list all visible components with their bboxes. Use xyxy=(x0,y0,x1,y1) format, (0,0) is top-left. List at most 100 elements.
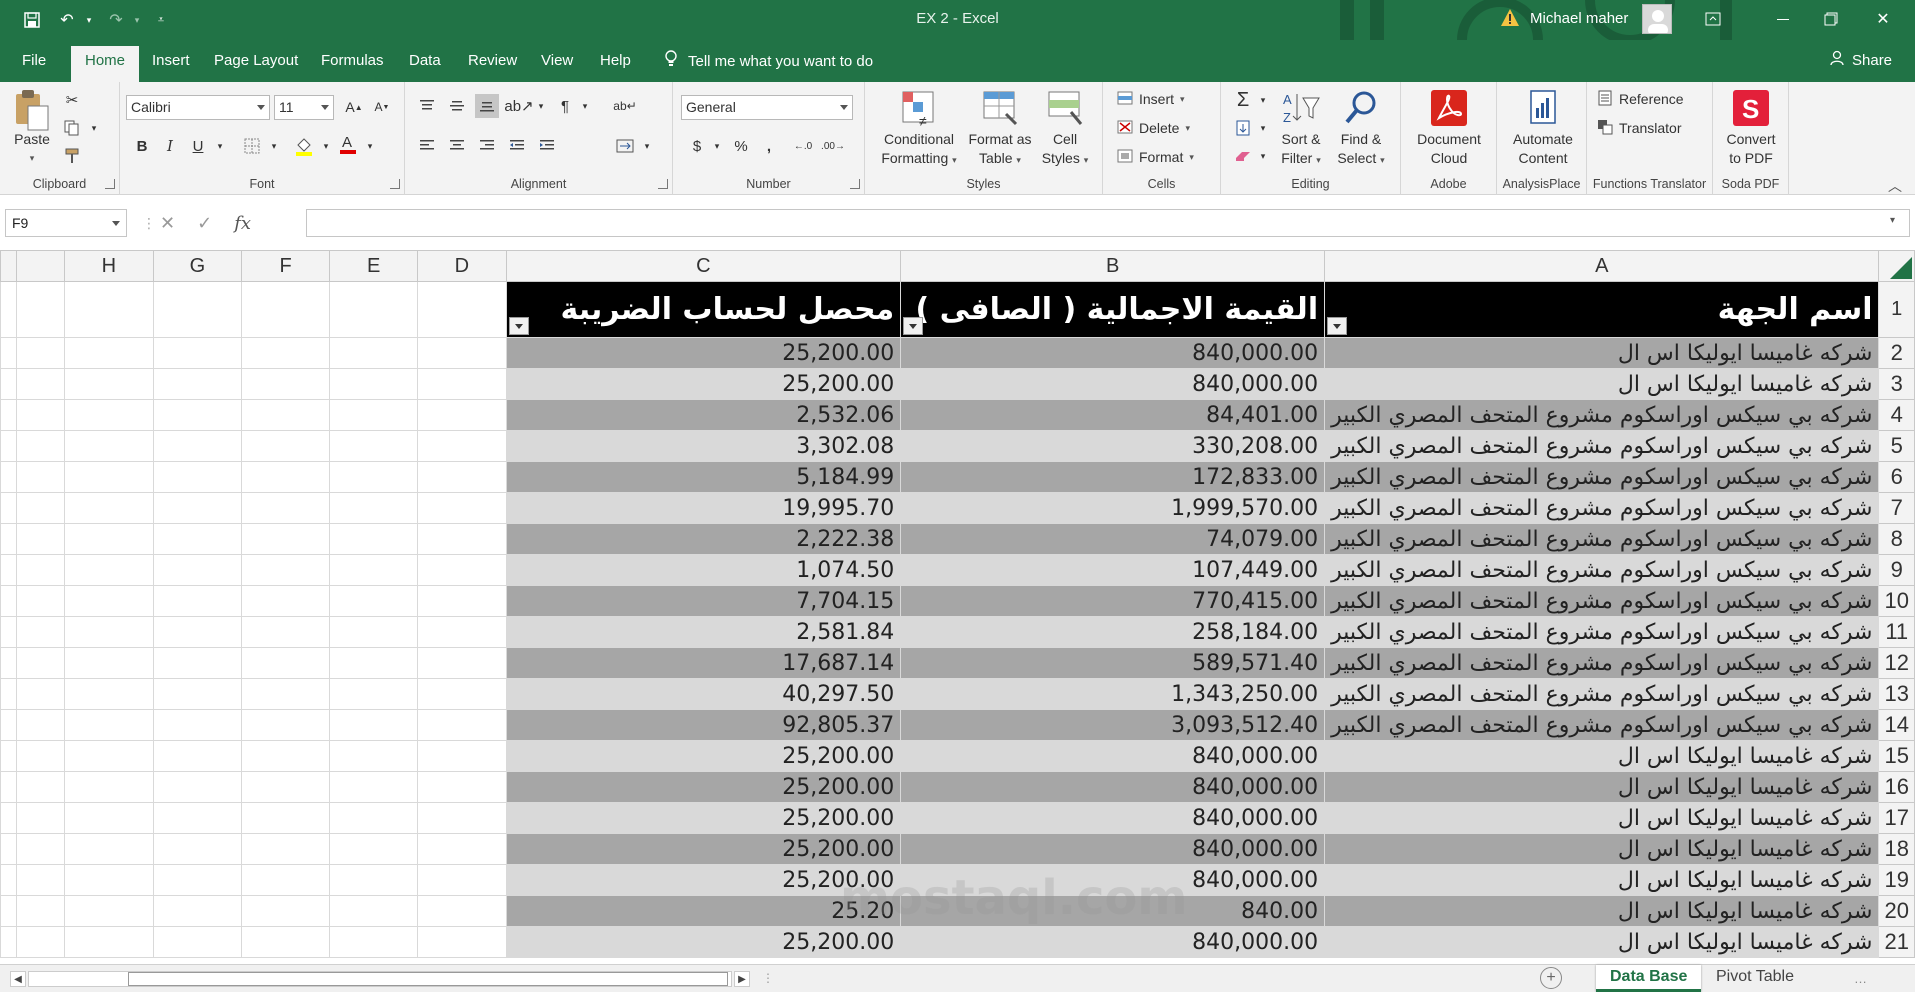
sheet-tab-data-base[interactable]: Data Base xyxy=(1596,965,1702,992)
copy-icon[interactable] xyxy=(60,116,84,140)
cell[interactable] xyxy=(0,616,18,648)
column-header-a[interactable]: A xyxy=(1324,250,1880,282)
autosum-dropdown-icon[interactable]: ▾ xyxy=(1251,88,1275,112)
cell[interactable] xyxy=(417,802,507,834)
percent-icon[interactable]: % xyxy=(729,134,753,158)
cell[interactable] xyxy=(329,740,419,772)
font-size-select[interactable]: 11 xyxy=(274,95,334,120)
cell[interactable] xyxy=(417,771,507,803)
cell[interactable] xyxy=(0,647,18,679)
cell-net-total-value[interactable]: 840,000.00 xyxy=(900,337,1326,369)
cell[interactable] xyxy=(16,802,66,834)
cell[interactable] xyxy=(0,368,18,400)
cell[interactable] xyxy=(241,647,331,679)
copy-dropdown-icon[interactable]: ▾ xyxy=(82,116,106,140)
cell-tax-collected[interactable]: 25,200.00 xyxy=(505,802,902,834)
formula-input[interactable] xyxy=(306,209,1910,237)
cell[interactable] xyxy=(329,771,419,803)
orientation-icon[interactable]: ab↗ xyxy=(504,94,533,118)
column-header-e[interactable]: E xyxy=(329,250,419,282)
cell[interactable] xyxy=(241,616,331,648)
cell[interactable] xyxy=(152,399,243,431)
borders-icon[interactable] xyxy=(240,134,264,158)
column-header-h[interactable]: H xyxy=(64,250,154,282)
cell[interactable] xyxy=(417,585,507,617)
cell[interactable] xyxy=(64,281,154,338)
cell-tax-collected[interactable]: 25,200.00 xyxy=(505,771,902,803)
automate-content-button[interactable]: Automate Content xyxy=(1503,88,1583,168)
filter-dropdown-icon[interactable] xyxy=(1327,317,1348,335)
cell[interactable] xyxy=(0,523,18,555)
format-cells-button[interactable]: Format ▾ xyxy=(1117,146,1194,168)
expand-formula-bar-icon[interactable]: ▾ xyxy=(1890,215,1895,226)
cell[interactable] xyxy=(16,833,66,865)
cell[interactable] xyxy=(16,337,66,369)
cell[interactable] xyxy=(64,430,154,462)
cell[interactable] xyxy=(241,281,331,338)
insert-cells-button[interactable]: Insert ▾ xyxy=(1117,88,1185,110)
clear-dropdown-icon[interactable]: ▾ xyxy=(1251,144,1275,168)
decrease-indent-icon[interactable] xyxy=(505,134,529,158)
cell[interactable] xyxy=(64,678,154,710)
cell[interactable] xyxy=(152,771,243,803)
cell[interactable] xyxy=(152,895,243,927)
cell[interactable] xyxy=(241,678,331,710)
cell-entity-name[interactable]: شركه بي سيكس اوراسكوم مشروع المتحف المصر… xyxy=(1324,399,1880,431)
cell[interactable] xyxy=(16,399,66,431)
cell-entity-name[interactable]: شركه بي سيكس اوراسكوم مشروع المتحف المصر… xyxy=(1324,647,1880,679)
cell-entity-name[interactable]: شركه بي سيكس اوراسكوم مشروع المتحف المصر… xyxy=(1324,585,1880,617)
cell-tax-collected[interactable]: 40,297.50 xyxy=(505,678,902,710)
cell[interactable] xyxy=(64,585,154,617)
cell[interactable] xyxy=(417,926,507,958)
row-header[interactable]: 13 xyxy=(1878,678,1915,710)
decrease-decimal-icon[interactable]: .00→ xyxy=(821,134,845,158)
delete-cells-button[interactable]: Delete ▾ xyxy=(1117,117,1190,139)
cell[interactable] xyxy=(329,895,419,927)
row-header[interactable]: 5 xyxy=(1878,430,1915,462)
cell[interactable] xyxy=(16,461,66,493)
underline-dropdown-icon[interactable]: ▾ xyxy=(208,134,232,158)
cell-tax-collected[interactable]: 3,302.08 xyxy=(505,430,902,462)
cell-net-total-value[interactable]: 589,571.40 xyxy=(900,647,1326,679)
row-header[interactable]: 10 xyxy=(1878,585,1915,617)
cell[interactable] xyxy=(417,864,507,896)
cell[interactable] xyxy=(64,709,154,741)
merge-center-icon[interactable] xyxy=(613,134,637,158)
cell[interactable] xyxy=(16,740,66,772)
cell[interactable] xyxy=(152,802,243,834)
sheet-tab-pivot-table[interactable]: Pivot Table xyxy=(1702,965,1808,992)
cell[interactable] xyxy=(241,771,331,803)
cell[interactable] xyxy=(64,864,154,896)
cell[interactable] xyxy=(152,740,243,772)
convert-to-pdf-button[interactable]: S Convert to PDF xyxy=(1719,88,1783,168)
font-color-icon[interactable]: A xyxy=(336,132,360,156)
cell[interactable] xyxy=(241,337,331,369)
warning-icon[interactable] xyxy=(1500,8,1520,28)
cell[interactable] xyxy=(417,616,507,648)
fill-dropdown-icon[interactable]: ▾ xyxy=(1251,116,1275,140)
cell-net-total-value[interactable]: 1,343,250.00 xyxy=(900,678,1326,710)
cell[interactable] xyxy=(417,833,507,865)
cell[interactable] xyxy=(0,709,18,741)
row-header[interactable]: 6 xyxy=(1878,461,1915,493)
cell-tax-collected[interactable]: 25,200.00 xyxy=(505,740,902,772)
cell[interactable] xyxy=(0,771,18,803)
cell[interactable] xyxy=(0,833,18,865)
minimize-icon[interactable] xyxy=(1760,4,1806,34)
cell-entity-name[interactable]: شركه بي سيكس اوراسكوم مشروع المتحف المصر… xyxy=(1324,430,1880,462)
tell-me-search[interactable]: Tell me what you want to do xyxy=(664,50,873,72)
cell[interactable] xyxy=(64,740,154,772)
cell[interactable] xyxy=(241,368,331,400)
split-handle-icon[interactable]: ⋮ xyxy=(762,971,774,985)
cell[interactable] xyxy=(64,461,154,493)
scroll-left-icon[interactable]: ◀ xyxy=(10,971,26,987)
cell[interactable] xyxy=(0,585,18,617)
cell-net-total-value[interactable]: 107,449.00 xyxy=(900,554,1326,586)
conditional-formatting-button[interactable]: ≠ Conditional Formatting ▾ xyxy=(877,88,961,170)
clipboard-launcher-icon[interactable] xyxy=(105,179,115,189)
cell[interactable] xyxy=(64,647,154,679)
cell-entity-name[interactable]: شركه غاميسا ايوليكا اس ال xyxy=(1324,740,1880,772)
cell-entity-name[interactable]: شركه غاميسا ايوليكا اس ال xyxy=(1324,926,1880,958)
cell[interactable] xyxy=(0,554,18,586)
cell[interactable] xyxy=(329,616,419,648)
